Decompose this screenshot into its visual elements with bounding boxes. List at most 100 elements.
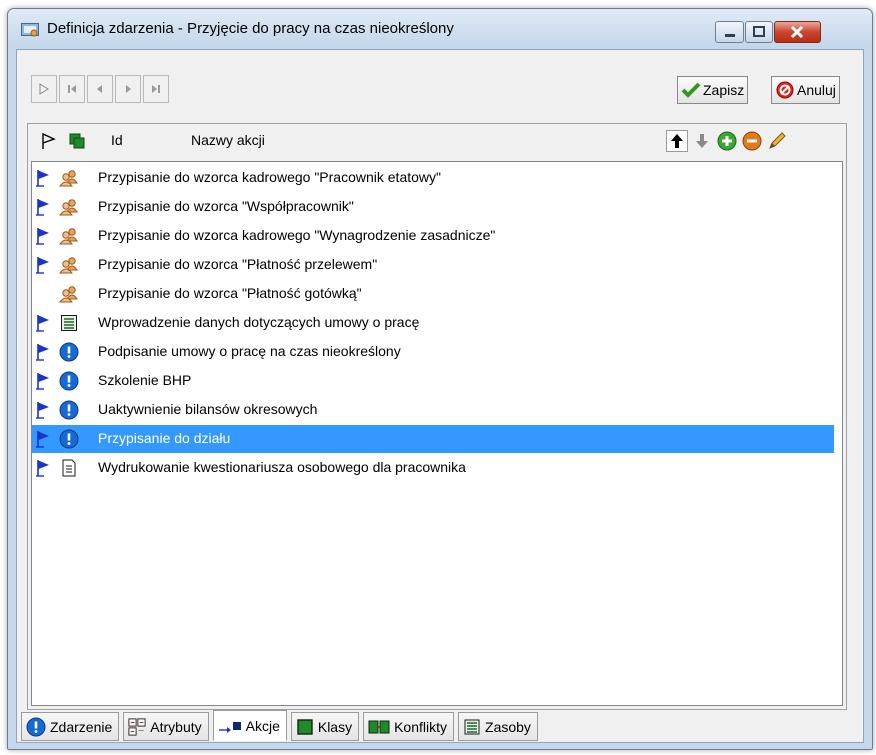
action-name: Uaktywnienie bilansów okresowych [98, 401, 318, 417]
maximize-icon [753, 26, 765, 37]
people-icon [58, 168, 79, 188]
remove-action-button[interactable] [741, 130, 763, 152]
action-name: Przypisanie do wzorca kadrowego "Pracown… [98, 169, 441, 185]
tab-label: Klasy [317, 718, 353, 735]
action-name: Podpisanie umowy o pracę na czas nieokre… [98, 343, 401, 359]
column-header-id[interactable]: Id [111, 132, 123, 148]
actions-panel: Id Nazwy akcji Przypisanie do wzorca kad… [27, 123, 847, 710]
last-icon [152, 85, 160, 93]
dialog-window: Definicja zdarzenia - Przyjęcie do pracy… [7, 8, 873, 750]
info-icon [59, 342, 79, 362]
list-item[interactable]: Przypisanie do wzorca kadrowego "Wynagro… [32, 222, 834, 250]
list-item[interactable]: Przypisanie do wzorca "Współpracownik" [32, 193, 834, 221]
next-icon [126, 85, 131, 93]
flag-column-icon[interactable] [40, 132, 58, 150]
add-action-button[interactable] [716, 130, 738, 152]
action-name: Przypisanie do wzorca "Płatność przelewe… [98, 256, 378, 272]
actions-icon [218, 718, 246, 734]
list-item[interactable]: Wydrukowanie kwestionariusza osobowego d… [32, 454, 834, 482]
flag-icon [35, 343, 53, 361]
flag-icon [35, 372, 53, 390]
cancel-label: Anuluj [797, 82, 836, 98]
record-navigation [31, 75, 171, 103]
next-record-button[interactable] [115, 75, 141, 103]
list-item[interactable]: Przypisanie do działu [32, 425, 834, 453]
action-name: Wprowadzenie danych dotyczących umowy o … [98, 314, 420, 330]
conflict-icon [368, 719, 394, 735]
list-item[interactable]: Przypisanie do wzorca "Płatność gotówką" [32, 280, 834, 308]
tab-akcje[interactable]: Akcje [212, 710, 287, 741]
actions-list[interactable]: Przypisanie do wzorca kadrowego "Pracown… [31, 161, 843, 706]
cancel-button[interactable]: Anuluj [771, 76, 840, 104]
flag-icon [35, 256, 53, 274]
people-icon [58, 284, 79, 304]
list-item[interactable]: Wprowadzenie danych dotyczących umowy o … [32, 309, 834, 337]
pencil-icon [769, 132, 786, 149]
action-name: Przypisanie do działu [98, 430, 231, 446]
cancel-icon [776, 81, 794, 99]
attributes-icon [128, 717, 150, 736]
form-icon [59, 313, 79, 333]
tab-atrybuty[interactable]: Atrybuty [123, 712, 209, 741]
previous-icon [97, 85, 102, 93]
action-name: Wydrukowanie kwestionariusza osobowego d… [98, 459, 466, 475]
flag-icon [35, 459, 53, 477]
tab-zdarzenie[interactable]: Zdarzenie [21, 712, 120, 741]
tab-label: Konflikty [394, 718, 448, 735]
flag-icon [35, 169, 53, 187]
tab-label: Zasoby [485, 718, 531, 735]
column-header-name[interactable]: Nazwy akcji [191, 132, 265, 148]
close-button[interactable] [774, 21, 821, 43]
tab-konflikty[interactable]: Konflikty [363, 712, 455, 741]
first-icon [68, 85, 76, 93]
first-record-button[interactable] [59, 75, 85, 103]
tab-label: Atrybuty [150, 718, 202, 735]
info-icon [59, 429, 79, 449]
action-name: Przypisanie do wzorca kadrowego "Wynagro… [98, 227, 496, 243]
list-item[interactable]: Uaktywnienie bilansów okresowych [32, 396, 834, 424]
move-down-button[interactable] [691, 130, 713, 152]
close-icon [790, 25, 804, 39]
edit-action-button[interactable] [766, 130, 788, 152]
play-outline-icon [39, 83, 49, 95]
action-name: Przypisanie do wzorca "Płatność gotówką" [98, 285, 362, 301]
checkmark-icon [681, 82, 701, 98]
tab-label: Akcje [245, 717, 280, 734]
info-icon [59, 400, 79, 420]
arrow-up-icon [671, 134, 683, 148]
list-item[interactable]: Przypisanie do wzorca "Płatność przelewe… [32, 251, 834, 279]
app-icon [21, 23, 39, 37]
dialog-content: Zapisz Anuluj Id Nazwy akcji Przypisanie… [16, 49, 864, 743]
flag-icon [35, 401, 53, 419]
flag-icon [35, 430, 53, 448]
minimize-icon [725, 34, 735, 37]
info-icon [26, 717, 50, 737]
arrow-down-icon [696, 134, 708, 148]
list-item[interactable]: Podpisanie umowy o pracę na czas nieokre… [32, 338, 834, 366]
save-button[interactable]: Zapisz [677, 76, 749, 104]
tab-klasy[interactable]: Klasy [290, 712, 360, 741]
window-title: Definicja zdarzenia - Przyjęcie do pracy… [47, 20, 454, 37]
move-up-button[interactable] [666, 130, 688, 152]
tab-label: Zdarzenie [50, 718, 113, 735]
list-header: Id Nazwy akcji [28, 124, 846, 157]
title-bar[interactable]: Definicja zdarzenia - Przyjęcie do pracy… [8, 9, 872, 49]
document-icon [59, 458, 79, 478]
minimize-button[interactable] [715, 21, 744, 43]
people-icon [58, 255, 79, 275]
add-icon [717, 131, 737, 151]
flag-icon [35, 227, 53, 245]
last-record-button[interactable] [143, 75, 169, 103]
list-toolbar [666, 130, 791, 152]
copy-column-icon[interactable] [68, 132, 86, 150]
flag-icon [35, 314, 53, 332]
maximize-button[interactable] [745, 21, 773, 43]
list-item[interactable]: Szkolenie BHP [32, 367, 834, 395]
tab-zasoby[interactable]: Zasoby [458, 712, 538, 741]
people-icon [58, 197, 79, 217]
new-record-button[interactable] [31, 75, 57, 103]
list-item[interactable]: Przypisanie do wzorca kadrowego "Pracown… [32, 164, 834, 192]
class-icon [296, 718, 318, 736]
resources-icon [463, 718, 485, 736]
previous-record-button[interactable] [87, 75, 113, 103]
